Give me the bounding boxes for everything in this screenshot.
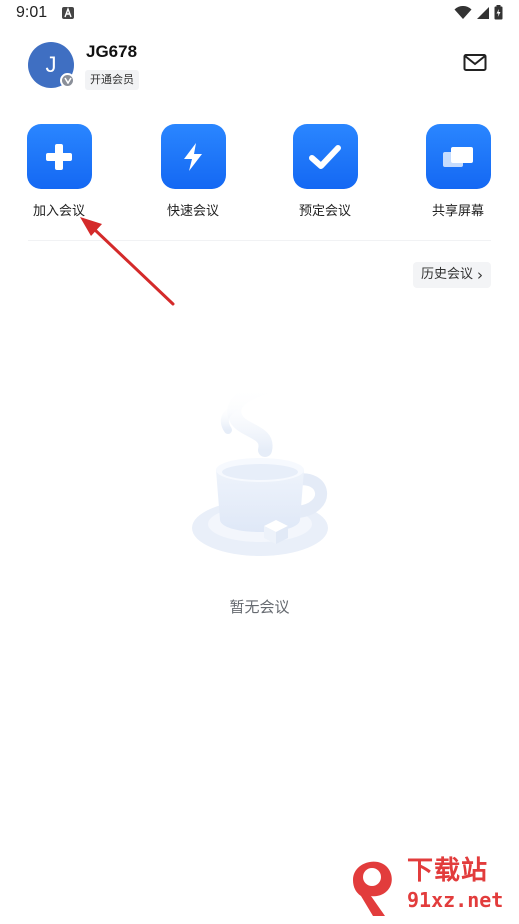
- verified-badge-icon: [60, 73, 75, 88]
- share-screen-button[interactable]: 共享屏幕: [413, 124, 503, 219]
- watermark-logo-icon: [353, 861, 392, 916]
- plus-icon: [46, 143, 72, 170]
- divider: [28, 240, 491, 241]
- action-tile: [26, 124, 92, 189]
- join-meeting-button[interactable]: 加入会议: [14, 124, 104, 219]
- signal-icon: [477, 6, 489, 19]
- battery-charging-icon: [494, 5, 503, 20]
- lightning-icon: [184, 142, 202, 171]
- action-label: 快速会议: [166, 204, 219, 219]
- username: JG678: [86, 42, 138, 61]
- checkmark-icon: [309, 144, 341, 169]
- watermark-brand-bottom: 91xz.net: [407, 888, 504, 912]
- status-icons: [454, 5, 503, 20]
- chevron-right-icon: ›: [477, 266, 483, 284]
- avatar-initial: J: [45, 52, 57, 77]
- coffee-cup-illustration: [192, 380, 328, 556]
- vip-upgrade-link[interactable]: 开通会员: [85, 70, 139, 90]
- schedule-meeting-button[interactable]: 预定会议: [280, 124, 370, 219]
- empty-state-text: 暂无会议: [229, 598, 290, 616]
- wifi-icon: [454, 5, 472, 19]
- quick-meeting-button[interactable]: 快速会议: [148, 124, 238, 219]
- action-tile: [292, 124, 358, 189]
- watermark-brand-top: 下载站: [407, 856, 489, 886]
- quick-actions: 加入会议 快速会议 预定会议 共享屏幕: [0, 124, 519, 224]
- watermark: 下载站 91xz.net: [345, 850, 515, 920]
- a-letter-icon: [62, 7, 74, 19]
- screens-icon: [443, 146, 473, 167]
- history-meetings-button[interactable]: 历史会议 ›: [412, 262, 491, 288]
- action-label: 预定会议: [298, 204, 351, 219]
- action-label: 共享屏幕: [431, 204, 484, 219]
- status-time: 9:01: [16, 4, 48, 21]
- action-tile: [425, 124, 491, 189]
- action-label: 加入会议: [32, 204, 85, 219]
- history-label: 历史会议: [420, 267, 473, 282]
- status-bar: 9:01: [0, 0, 519, 30]
- mail-icon[interactable]: [463, 52, 487, 74]
- action-tile: [160, 124, 226, 189]
